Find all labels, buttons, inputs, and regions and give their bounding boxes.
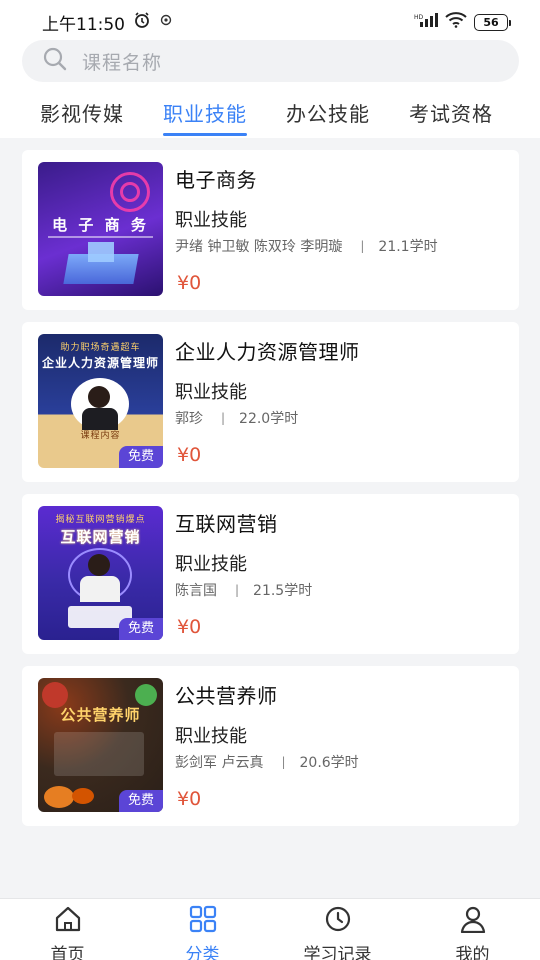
course-teachers: 陈言国 [175, 583, 217, 599]
thumbnail-subtitle: 揭秘互联网营销爆点 [55, 515, 146, 525]
wifi-icon [445, 11, 467, 33]
tab-vocational-skills[interactable]: 职业技能 [163, 98, 247, 136]
tab-exam-qualification[interactable]: 考试资格 [409, 98, 493, 127]
nav-home-label: 首页 [50, 945, 85, 960]
course-hours: 22.0学时 [239, 411, 299, 427]
header: 上午11:50 HD 56 课程名称 影视传媒 职业技能 办公技能 考试资格 [0, 0, 540, 138]
course-card[interactable]: 公共营养师 免费 公共营养师 职业技能 彭剑军 卢云真 | 20.6学时 ¥0 [22, 666, 519, 826]
user-icon [458, 905, 488, 938]
course-title: 企业人力资源管理师 [175, 340, 360, 364]
course-teachers: 尹绪 钟卫敏 陈双玲 李明璇 [175, 239, 343, 255]
course-meta: 陈言国 | 21.5学时 [175, 580, 312, 600]
alarm-icon [133, 11, 151, 34]
course-category: 职业技能 [175, 382, 247, 403]
nav-study-record[interactable]: 学习记录 [270, 899, 405, 960]
meta-separator: | [221, 411, 226, 425]
search-icon [42, 46, 68, 76]
course-thumbnail: 公共营养师 免费 [38, 678, 163, 812]
course-title: 公共营养师 [175, 684, 278, 708]
course-category: 职业技能 [175, 210, 247, 231]
course-title: 电子商务 [175, 168, 257, 192]
battery-indicator: 56 [474, 13, 511, 31]
settings-status-icon [159, 12, 173, 32]
thumbnail-title: 电 子 商 务 [52, 216, 149, 234]
course-teachers: 彭剑军 卢云真 [175, 755, 264, 771]
grid-icon [188, 905, 218, 938]
meta-separator: | [360, 239, 365, 253]
status-time: 上午11:50 [42, 14, 125, 35]
clock-icon [323, 905, 353, 938]
tab-film-media[interactable]: 影视传媒 [40, 98, 124, 127]
course-hours: 21.5学时 [253, 583, 313, 599]
course-category: 职业技能 [175, 554, 247, 575]
course-card[interactable]: 电 子 商 务 电子商务 职业技能 尹绪 钟卫敏 陈双玲 李明璇 | 21.1学… [22, 150, 519, 310]
course-list: 电 子 商 务 电子商务 职业技能 尹绪 钟卫敏 陈双玲 李明璇 | 21.1学… [22, 150, 519, 838]
signal-icon: HD [414, 12, 438, 33]
course-meta: 尹绪 钟卫敏 陈双玲 李明璇 | 21.1学时 [175, 236, 438, 256]
course-hours: 21.1学时 [378, 239, 438, 255]
search-bar[interactable]: 课程名称 [22, 40, 519, 82]
nav-category-label: 分类 [185, 945, 220, 960]
search-input[interactable]: 课程名称 [82, 48, 162, 75]
thumbnail-title: 企业人力资源管理师 [41, 356, 159, 370]
meta-separator: | [235, 583, 240, 597]
course-hours: 20.6学时 [299, 755, 359, 771]
home-icon [53, 905, 83, 938]
thumbnail-box-label: 课程内容 [80, 431, 121, 441]
free-badge: 免费 [119, 790, 163, 812]
category-tabs: 影视传媒 职业技能 办公技能 考试资格 [0, 98, 540, 136]
thumbnail-title: 公共营养师 [60, 706, 141, 724]
course-price: ¥0 [177, 272, 202, 294]
bottom-nav: 首页 分类 学习记录 我的 [0, 898, 540, 960]
course-card[interactable]: 助力职场奇遇超车 企业人力资源管理师 课程内容 免费 企业人力资源管理师 职业技… [22, 322, 519, 482]
thumbnail-subtitle: 助力职场奇遇超车 [60, 343, 141, 353]
course-title: 互联网营销 [175, 512, 278, 536]
course-card[interactable]: 揭秘互联网营销爆点 互联网营销 免费 互联网营销 职业技能 陈言国 | 21.5… [22, 494, 519, 654]
course-thumbnail: 助力职场奇遇超车 企业人力资源管理师 课程内容 免费 [38, 334, 163, 468]
svg-text:HD: HD [414, 14, 424, 21]
course-thumbnail: 电 子 商 务 [38, 162, 163, 296]
course-price: ¥0 [177, 616, 202, 638]
course-meta: 郭珍 | 22.0学时 [175, 408, 298, 428]
status-bar: 上午11:50 HD 56 [0, 0, 540, 44]
course-price: ¥0 [177, 788, 202, 810]
course-category: 职业技能 [175, 726, 247, 747]
nav-category[interactable]: 分类 [135, 899, 270, 960]
course-thumbnail: 揭秘互联网营销爆点 互联网营销 免费 [38, 506, 163, 640]
course-teachers: 郭珍 [175, 411, 203, 427]
nav-home[interactable]: 首页 [0, 899, 135, 960]
nav-mine-label: 我的 [455, 945, 490, 960]
course-meta: 彭剑军 卢云真 | 20.6学时 [175, 752, 359, 772]
meta-separator: | [281, 755, 286, 769]
course-price: ¥0 [177, 444, 202, 466]
thumbnail-title: 互联网营销 [60, 528, 141, 546]
free-badge: 免费 [119, 618, 163, 640]
tab-office-skills[interactable]: 办公技能 [286, 98, 370, 127]
nav-mine[interactable]: 我的 [405, 899, 540, 960]
free-badge: 免费 [119, 446, 163, 468]
nav-study-record-label: 学习记录 [303, 945, 372, 960]
